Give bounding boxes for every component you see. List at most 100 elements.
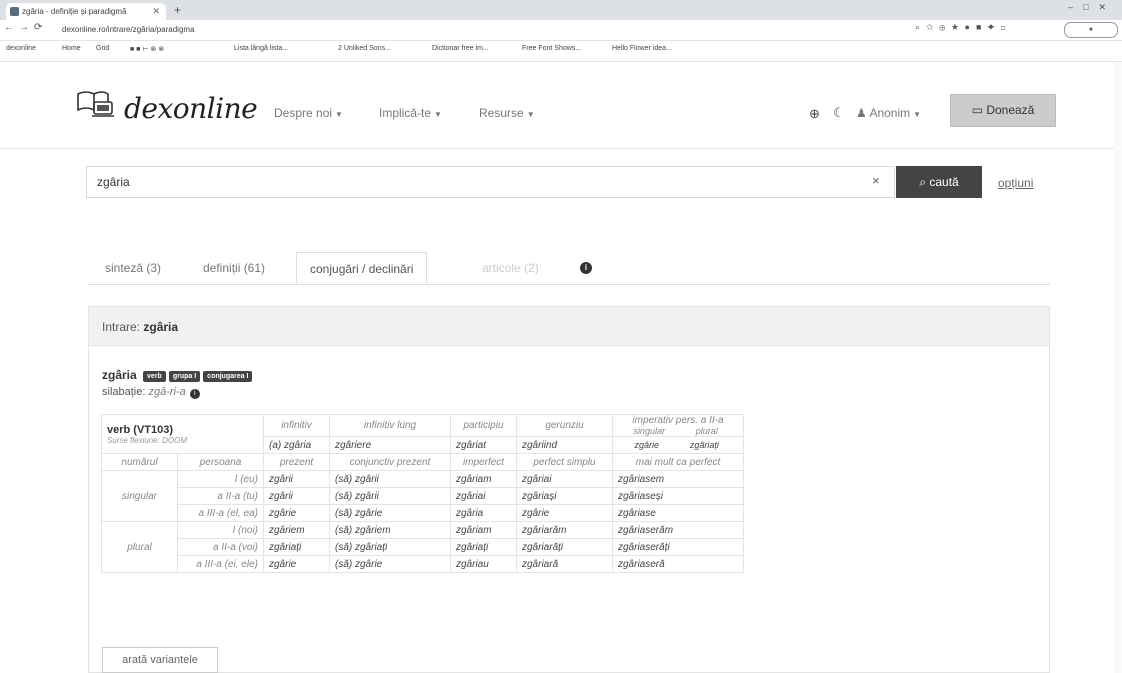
lexeme-line: zgâria verb grupa Iconjugarea I — [102, 368, 253, 382]
caret-down-icon: ▼ — [913, 110, 922, 119]
extension-icons[interactable]: ⌕☆⊕★●■✦◻ — [915, 22, 1012, 33]
form-cell: zgârie — [263, 504, 330, 522]
imp-singular-label: singular — [633, 426, 665, 436]
bookmark-item[interactable]: Home — [62, 45, 81, 52]
entry-title: Intrare: zgâria — [102, 320, 178, 334]
dark-mode-moon-icon[interactable]: ☾ — [833, 105, 845, 121]
number-cell: plural — [101, 521, 178, 573]
bookmark-item[interactable]: Hello Flower idea... — [612, 45, 672, 52]
conjugation-table: verb (VT103) Surse flexiune: DOOM infini… — [101, 414, 744, 573]
form-cell: zgâriem — [263, 521, 330, 539]
nav-label: Despre noi — [274, 106, 333, 120]
language-globe-icon[interactable]: ⊕ — [809, 106, 820, 122]
header-pluperfect: mai mult ca perfect — [612, 453, 744, 471]
badge-pos: verb — [143, 371, 166, 382]
nav-resurse[interactable]: Resurse ▼ — [479, 106, 535, 120]
model-cell: verb (VT103) Surse flexiune: DOOM — [101, 414, 264, 454]
form-cell: (să) zgâriem — [329, 521, 451, 539]
number-cell: singular — [101, 470, 178, 522]
form-cell: zgâriaseră — [612, 555, 744, 573]
browser-tab-bar — [0, 0, 1122, 20]
profile-pill[interactable]: ● — [1064, 22, 1118, 38]
form-cell: zgâriai — [516, 470, 613, 488]
person-cell: a III-a (ei, ele) — [177, 555, 264, 573]
form-cell: zgâriași — [516, 487, 613, 505]
bookmark-item[interactable]: Free Font Shows... — [522, 45, 581, 52]
form-cell: zgârie — [516, 504, 613, 522]
info-icon[interactable]: i — [580, 262, 592, 274]
page-scrollbar[interactable] — [1114, 62, 1122, 673]
form-cell: zgâriarăm — [516, 521, 613, 539]
form-cell: zgâriați — [263, 538, 330, 556]
tab-definitii[interactable]: definiții (61) — [190, 252, 278, 284]
options-link[interactable]: opțiuni — [998, 176, 1033, 190]
browser-tab[interactable]: zgâria - definiție și paradigmă ✕ — [6, 3, 166, 20]
header-present: prezent — [263, 453, 330, 471]
close-tab-icon[interactable]: ✕ — [152, 3, 160, 20]
info-icon[interactable]: i — [189, 389, 200, 399]
form-cell: zgâria — [450, 504, 517, 522]
form-cell: zgârii — [263, 470, 330, 488]
tab-conjugari[interactable]: conjugări / declinări — [296, 252, 428, 284]
form-cell: zgârie — [263, 555, 330, 573]
search-icon: ⌕ — [919, 175, 927, 189]
entry-card-header — [89, 307, 1049, 346]
header-simple-perfect: perfect simplu — [516, 453, 613, 471]
form-participle: zgâriat — [450, 436, 517, 454]
header-subjunctive: conjunctiv prezent — [329, 453, 451, 471]
tab-sinteza[interactable]: sinteză (3) — [92, 252, 174, 284]
user-menu[interactable]: ♟ Anonim ▼ — [856, 106, 921, 120]
bookmark-item[interactable]: Lista lângă lista... — [234, 45, 288, 52]
show-variants-button[interactable]: arată variantele — [102, 647, 218, 673]
entry-word: zgâria — [143, 320, 179, 334]
imperative-forms: zgârie zgâriați — [618, 440, 738, 450]
bookmark-item[interactable]: Grid — [96, 45, 109, 52]
window-controls[interactable]: –□✕ — [1068, 2, 1116, 13]
bookmark-item[interactable]: dexonline — [6, 45, 36, 52]
search-input[interactable]: zgâria — [86, 166, 895, 198]
logo-text[interactable]: dexonline — [124, 92, 258, 125]
entry-label: Intrare: — [102, 320, 141, 334]
url-field[interactable]: dexonline.ro/intrare/zgâria/paradigma — [62, 23, 912, 37]
form-imperative: zgârie zgâriați — [612, 436, 744, 454]
new-tab-button[interactable]: + — [174, 3, 181, 17]
person-cell: I (noi) — [177, 521, 264, 539]
header-imperative: imperativ pers. a II-a singular plural — [612, 414, 744, 437]
table-row: a II-a (voi) zgâriați (să) zgâriați zgâriaț… — [102, 538, 744, 556]
syllabification: silabație: zgâ-ri-a i — [102, 386, 200, 399]
bookmark-item[interactable]: Dictionar free im... — [432, 45, 489, 52]
nav-despre-noi[interactable]: Despre noi ▼ — [274, 106, 343, 120]
table-row: a III-a (el, ea) zgârie (să) zgârie zgâria z… — [102, 504, 744, 522]
nav-label: Implică-te — [379, 106, 432, 120]
donate-button[interactable]: ▭ Donează — [950, 94, 1056, 127]
form-long-infinitive: zgâriere — [329, 436, 451, 454]
search-button[interactable]: ⌕ caută — [896, 166, 982, 198]
form-cell: zgâriam — [450, 470, 517, 488]
form-cell: (să) zgârii — [329, 470, 451, 488]
source-label: Surse flexiune: DOOM — [107, 435, 188, 445]
form-cell: zgâriasem — [612, 470, 744, 488]
person-cell: a III-a (el, ea) — [177, 504, 264, 522]
nav-buttons[interactable]: ←→⟳ — [4, 22, 47, 33]
clear-search-icon[interactable]: × — [872, 173, 880, 188]
nav-implica-te[interactable]: Implică-te ▼ — [379, 106, 442, 120]
bookmarks-bar: dexonline Home Grid ■ ■ ⊢ ⊗ ⊗ Lista lâng… — [0, 41, 1122, 62]
nav-label: Resurse — [479, 106, 524, 120]
header-infinitive: infinitiv — [263, 414, 330, 437]
form-cell: zgâriam — [450, 521, 517, 539]
logo-book-icon[interactable] — [74, 88, 114, 120]
form-gerund: zgâriind — [516, 436, 613, 454]
form-cell: (să) zgârie — [329, 504, 451, 522]
imperative-sub: singular plural — [618, 426, 738, 436]
table-row: a II-a (tu) zgârii (să) zgârii zgâriai zgâri… — [102, 487, 744, 505]
bookmark-icons[interactable]: ■ ■ ⊢ ⊗ ⊗ — [130, 45, 164, 53]
form-cell: zgâriaserăm — [612, 521, 744, 539]
lexeme-word: zgâria — [102, 368, 137, 382]
form-cell: zgâriau — [450, 555, 517, 573]
imp-plural-label: plural — [695, 426, 718, 436]
bookmark-item[interactable]: 2 Unliked Sons... — [338, 45, 391, 52]
form-cell: zgâriai — [450, 487, 517, 505]
form-cell: zgâriase — [612, 504, 744, 522]
caret-down-icon: ▼ — [434, 110, 442, 119]
person-cell: I (eu) — [177, 470, 264, 488]
